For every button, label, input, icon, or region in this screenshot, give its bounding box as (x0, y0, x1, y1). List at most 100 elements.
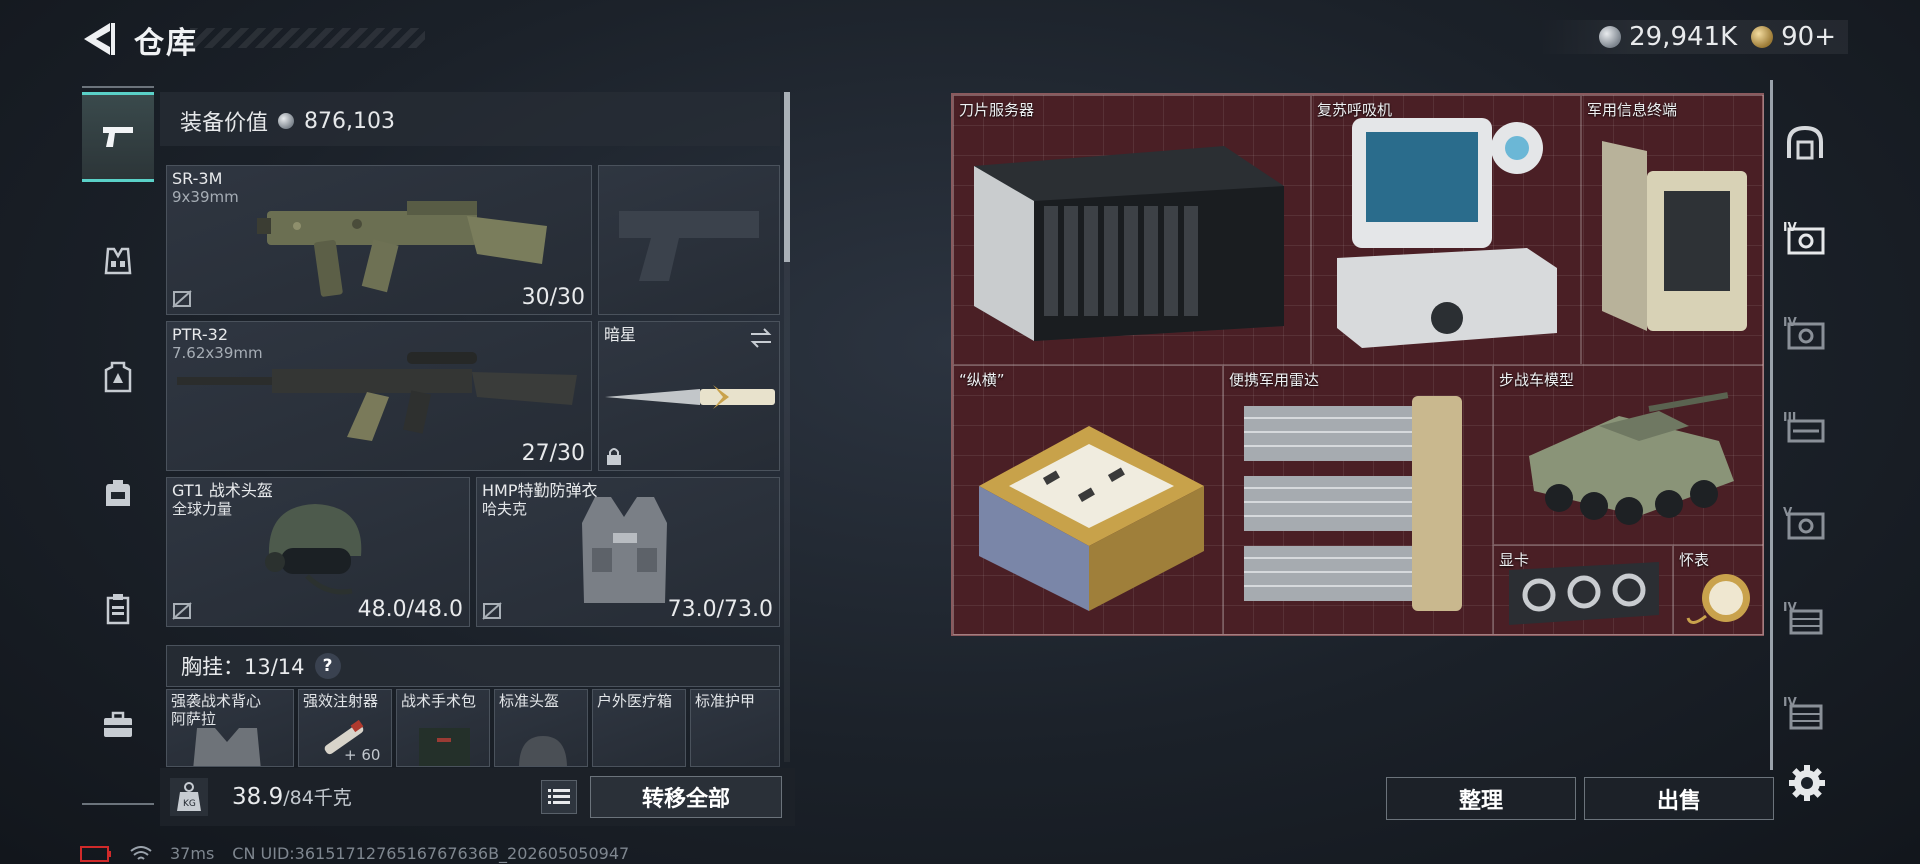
injector-count: + 60 (344, 746, 381, 764)
vest-icon (104, 247, 132, 275)
no-insure-icon (172, 602, 192, 620)
storage-tab-case-iv[interactable]: IV (1775, 203, 1835, 273)
melee-slot[interactable]: 暗星 (598, 321, 780, 471)
storage-item-gpu[interactable]: 显卡 (1493, 545, 1673, 635)
svg-text:KG: KG (183, 799, 196, 809)
silver-currency[interactable]: 29,941K (1599, 22, 1737, 52)
item-name: 复苏呼吸机 (1317, 101, 1393, 119)
blade-server-image (974, 146, 1284, 341)
weapon-ammo: 30/30 (521, 285, 585, 310)
rig-item-surgery-kit[interactable]: 战术手术包 (396, 689, 490, 767)
no-insure-icon (482, 602, 502, 620)
nav-container[interactable] (82, 564, 154, 654)
storage-item-chess-set[interactable]: “纵横” (953, 365, 1223, 635)
helmet-durability: 48.0/48.0 (357, 597, 463, 622)
armor-vest-image (582, 497, 667, 603)
storage-item-military-terminal[interactable]: 军用信息终端 (1581, 95, 1764, 365)
item-name: 便携军用雷达 (1229, 371, 1320, 389)
pocket-watch-image (1686, 574, 1750, 624)
rig-item-medical-box[interactable]: 户外医疗箱 (592, 689, 686, 767)
sell-button[interactable]: 出售 (1584, 777, 1774, 820)
container-icon (106, 594, 130, 625)
gpu-image (1509, 562, 1659, 625)
armor-name: HMP特勤防弹衣 (482, 481, 598, 500)
help-icon[interactable]: ? (314, 653, 341, 679)
ventilator-image (1337, 118, 1557, 348)
sort-button[interactable]: 整理 (1386, 777, 1576, 820)
title-decoration (190, 28, 425, 48)
weight-capacity: /84千克 (283, 787, 352, 809)
currency-bar: 29,941K 90+ (1539, 20, 1848, 54)
nav-armor[interactable] (82, 332, 154, 422)
item-name: 刀片服务器 (959, 101, 1035, 119)
ping-text: 37ms (170, 844, 215, 863)
back-arrow-icon (84, 23, 115, 55)
list-view-button[interactable] (541, 780, 577, 814)
loadout-panel: 装备价值 876,103 SR-3M 9x39mm 30/30 PTR-32 7… (160, 92, 795, 827)
rig-item-vest[interactable]: 强袭战术背心 阿萨拉 (166, 689, 294, 767)
gold-currency[interactable]: 90+ (1751, 22, 1836, 52)
storage-tab-case-iii[interactable]: III (1775, 393, 1835, 463)
vest-level-iv-alt-icon: IV (1783, 695, 1823, 730)
weapon-ammo: 27/30 (521, 441, 585, 466)
rig-item-name: 标准头盔 (499, 692, 560, 710)
armor-slot[interactable]: HMP特勤防弹衣 哈夫克 73.0/73.0 (476, 477, 780, 627)
loadout-scroll-thumb[interactable] (784, 92, 790, 262)
storage-item-pocket-watch[interactable]: 怀表 (1673, 545, 1764, 635)
helmet-name: GT1 战术头盔 (172, 481, 273, 500)
storage-item-ventilator[interactable]: 复苏呼吸机 (1311, 95, 1581, 365)
equipment-value-label: 装备价值 (180, 111, 269, 136)
storage-grid[interactable]: 刀片服务器 复苏呼吸机 军用信息终端 “纵横” 便携军用雷达 步战车模型 显卡 … (951, 93, 1764, 636)
settings-button[interactable] (1787, 763, 1827, 803)
rig-item-standard-helmet[interactable]: 标准头盔 (494, 689, 588, 767)
storage-item-blade-server[interactable]: 刀片服务器 (953, 95, 1311, 365)
storage-tab-case-iv-2[interactable]: IV (1775, 298, 1835, 368)
svg-text:IV: IV (1783, 315, 1797, 329)
vest-level-iv-icon: IV (1783, 600, 1823, 635)
rig-item-name: 标准护甲 (695, 692, 756, 710)
storage-item-ifv-model[interactable]: 步战车模型 (1493, 365, 1764, 545)
item-name: 怀表 (1679, 551, 1710, 569)
secondary-weapon-slot[interactable]: PTR-32 7.62x39mm 27/30 (166, 321, 592, 471)
nav-divider (82, 86, 154, 88)
gold-coin-icon (1751, 26, 1774, 48)
portable-radar-image (1244, 396, 1462, 611)
helmet-image (265, 504, 362, 595)
wifi-icon (130, 845, 152, 860)
swap-icon[interactable] (749, 328, 773, 348)
military-terminal-image (1602, 141, 1747, 331)
pistol-silhouette-icon (619, 211, 759, 281)
item-name: 军用信息终端 (1587, 101, 1678, 119)
page-title: 仓库 (134, 26, 198, 61)
nav-backpack[interactable] (82, 448, 154, 538)
rig-item-standard-armor[interactable]: 标准护甲 (690, 689, 780, 767)
storage-tab-vest-iv-2[interactable]: IV (1775, 678, 1835, 748)
transfer-all-button[interactable]: 转移全部 (590, 776, 782, 818)
gear-icon (1789, 765, 1825, 801)
armor-level-v-icon: V (1783, 505, 1825, 540)
rig-item-injector[interactable]: 强效注射器 + 60 (298, 689, 392, 767)
nav-weapons[interactable] (82, 92, 154, 182)
nav-chest-rig[interactable] (82, 216, 154, 306)
pistol-slot-empty[interactable] (598, 165, 780, 315)
weapon-caliber: 9x39mm (172, 188, 239, 206)
rig-item-name: 强袭战术背心 (171, 692, 262, 710)
surgery-kit-image (419, 728, 470, 766)
svg-text:V: V (1783, 505, 1793, 519)
storage-tab-case-v[interactable]: V (1775, 488, 1835, 558)
storage-tab-vest-iv[interactable]: IV (1775, 583, 1835, 653)
rig-item-name: 强效注射器 (303, 692, 379, 710)
uid-text: CN UID:3615171276516767636B_202605050947 (232, 844, 630, 863)
helmet-brand: 全球力量 (172, 500, 233, 518)
back-button[interactable] (80, 20, 116, 58)
storage-tab-helmet[interactable] (1775, 108, 1835, 178)
nav-toolbox[interactable] (82, 680, 154, 770)
equipment-value-amount: 876,103 (304, 108, 395, 134)
helmet-slot[interactable]: GT1 战术头盔 全球力量 48.0/48.0 (166, 477, 470, 627)
silver-coin-icon (1599, 26, 1622, 48)
loadout-bottom-bar: KG 38.9/84千克 转移全部 (160, 768, 795, 826)
svg-text:IV: IV (1783, 695, 1797, 709)
storage-item-portable-radar[interactable]: 便携军用雷达 (1223, 365, 1493, 635)
primary-weapon-slot[interactable]: SR-3M 9x39mm 30/30 (166, 165, 592, 315)
silver-coin-icon (278, 113, 295, 129)
